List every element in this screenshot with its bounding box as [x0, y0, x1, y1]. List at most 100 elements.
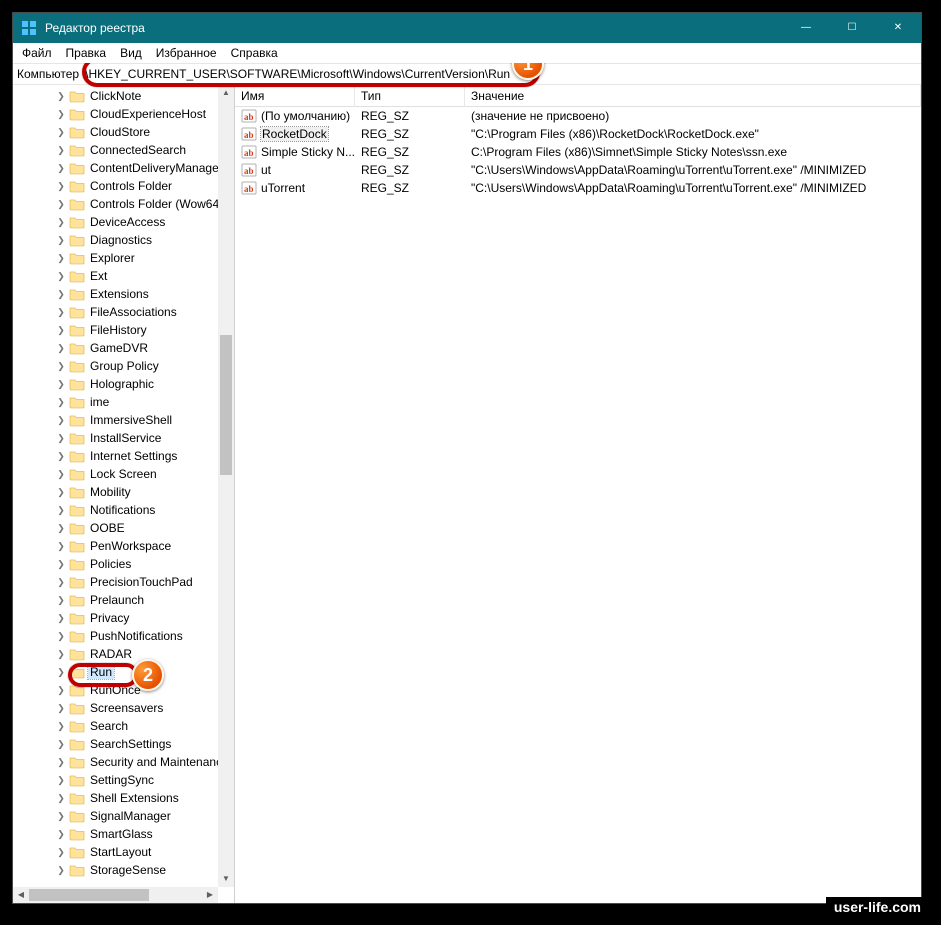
tree-item[interactable]: ❯Controls Folder	[13, 177, 234, 195]
chevron-right-icon[interactable]: ❯	[55, 703, 67, 714]
tree-item[interactable]: ❯InstallService	[13, 429, 234, 447]
tree-item[interactable]: ❯Notifications	[13, 501, 234, 519]
chevron-right-icon[interactable]: ❯	[55, 343, 67, 354]
tree-item[interactable]: ❯Search	[13, 717, 234, 735]
tree-item[interactable]: ❯SearchSettings	[13, 735, 234, 753]
tree-item[interactable]: ❯ime	[13, 393, 234, 411]
tree-item[interactable]: ❯ConnectedSearch	[13, 141, 234, 159]
tree-item[interactable]: ❯Policies	[13, 555, 234, 573]
chevron-right-icon[interactable]: ❯	[55, 613, 67, 624]
tree-item[interactable]: ❯OOBE	[13, 519, 234, 537]
chevron-right-icon[interactable]: ❯	[55, 559, 67, 570]
chevron-right-icon[interactable]: ❯	[55, 109, 67, 120]
tree-item[interactable]: ❯ClickNote	[13, 87, 234, 105]
close-button[interactable]: ✕	[875, 13, 921, 43]
chevron-right-icon[interactable]: ❯	[55, 307, 67, 318]
tree-item[interactable]: ❯Extensions	[13, 285, 234, 303]
chevron-right-icon[interactable]: ❯	[55, 361, 67, 372]
chevron-right-icon[interactable]: ❯	[55, 469, 67, 480]
chevron-right-icon[interactable]: ❯	[55, 199, 67, 210]
chevron-right-icon[interactable]: ❯	[55, 631, 67, 642]
tree-item[interactable]: ❯Lock Screen	[13, 465, 234, 483]
scroll-up-icon[interactable]: ▲	[218, 85, 234, 101]
column-value[interactable]: Значение	[465, 85, 921, 107]
tree-item[interactable]: ❯DeviceAccess	[13, 213, 234, 231]
scroll-thumb[interactable]	[220, 335, 232, 475]
menu-edit[interactable]: Правка	[59, 44, 114, 62]
tree-item[interactable]: ❯PenWorkspace	[13, 537, 234, 555]
tree-item[interactable]: ❯ImmersiveShell	[13, 411, 234, 429]
chevron-right-icon[interactable]: ❯	[55, 793, 67, 804]
chevron-right-icon[interactable]: ❯	[55, 505, 67, 516]
menu-help[interactable]: Справка	[224, 44, 285, 62]
chevron-right-icon[interactable]: ❯	[55, 433, 67, 444]
address-input[interactable]	[81, 66, 921, 82]
chevron-right-icon[interactable]: ❯	[55, 127, 67, 138]
menu-view[interactable]: Вид	[113, 44, 149, 62]
tree-item[interactable]: ❯RunOnce	[13, 681, 234, 699]
list-row[interactable]: utREG_SZ"C:\Users\Windows\AppData\Roamin…	[235, 161, 921, 179]
chevron-right-icon[interactable]: ❯	[55, 451, 67, 462]
chevron-right-icon[interactable]: ❯	[55, 415, 67, 426]
tree-scrollbar-vertical[interactable]: ▲ ▼	[218, 85, 234, 887]
tree-item[interactable]: ❯Run	[13, 663, 234, 681]
tree-item[interactable]: ❯SmartGlass	[13, 825, 234, 843]
menu-favorites[interactable]: Избранное	[149, 44, 224, 62]
tree-item[interactable]: ❯Group Policy	[13, 357, 234, 375]
list-row[interactable]: RocketDockREG_SZ"C:\Program Files (x86)\…	[235, 125, 921, 143]
chevron-right-icon[interactable]: ❯	[55, 811, 67, 822]
minimize-button[interactable]: —	[783, 13, 829, 43]
tree-item[interactable]: ❯CloudStore	[13, 123, 234, 141]
tree-item[interactable]: ❯SettingSync	[13, 771, 234, 789]
tree-item[interactable]: ❯FileAssociations	[13, 303, 234, 321]
chevron-right-icon[interactable]: ❯	[55, 577, 67, 588]
tree-item[interactable]: ❯FileHistory	[13, 321, 234, 339]
chevron-right-icon[interactable]: ❯	[55, 289, 67, 300]
list-row[interactable]: (По умолчанию)REG_SZ(значение не присвое…	[235, 107, 921, 125]
chevron-right-icon[interactable]: ❯	[55, 91, 67, 102]
tree-item[interactable]: ❯Diagnostics	[13, 231, 234, 249]
chevron-right-icon[interactable]: ❯	[55, 595, 67, 606]
tree-item[interactable]: ❯StartLayout	[13, 843, 234, 861]
tree-item[interactable]: ❯Explorer	[13, 249, 234, 267]
chevron-right-icon[interactable]: ❯	[55, 541, 67, 552]
chevron-right-icon[interactable]: ❯	[55, 667, 67, 678]
chevron-right-icon[interactable]: ❯	[55, 775, 67, 786]
tree-item[interactable]: ❯Ext	[13, 267, 234, 285]
chevron-right-icon[interactable]: ❯	[55, 253, 67, 264]
chevron-right-icon[interactable]: ❯	[55, 379, 67, 390]
tree-item[interactable]: ❯Privacy	[13, 609, 234, 627]
chevron-right-icon[interactable]: ❯	[55, 829, 67, 840]
chevron-right-icon[interactable]: ❯	[55, 145, 67, 156]
tree-item[interactable]: ❯Mobility	[13, 483, 234, 501]
column-name[interactable]: Имя	[235, 85, 355, 107]
list-row[interactable]: Simple Sticky N...REG_SZC:\Program Files…	[235, 143, 921, 161]
chevron-right-icon[interactable]: ❯	[55, 487, 67, 498]
tree-item[interactable]: ❯Internet Settings	[13, 447, 234, 465]
scroll-right-icon[interactable]: ▶	[202, 887, 218, 903]
chevron-right-icon[interactable]: ❯	[55, 649, 67, 660]
maximize-button[interactable]: ☐	[829, 13, 875, 43]
chevron-right-icon[interactable]: ❯	[55, 865, 67, 876]
tree-item[interactable]: ❯PrecisionTouchPad	[13, 573, 234, 591]
chevron-right-icon[interactable]: ❯	[55, 325, 67, 336]
chevron-right-icon[interactable]: ❯	[55, 181, 67, 192]
menu-file[interactable]: Файл	[15, 44, 59, 62]
chevron-right-icon[interactable]: ❯	[55, 721, 67, 732]
tree-item[interactable]: ❯ContentDeliveryManager	[13, 159, 234, 177]
list-row[interactable]: uTorrentREG_SZ"C:\Users\Windows\AppData\…	[235, 179, 921, 197]
scroll-down-icon[interactable]: ▼	[218, 871, 234, 887]
tree-item[interactable]: ❯Holographic	[13, 375, 234, 393]
tree-item[interactable]: ❯Prelaunch	[13, 591, 234, 609]
chevron-right-icon[interactable]: ❯	[55, 847, 67, 858]
scroll-left-icon[interactable]: ◀	[13, 887, 29, 903]
tree-scrollbar-horizontal[interactable]: ◀ ▶	[13, 887, 218, 903]
title-bar[interactable]: Редактор реестра — ☐ ✕	[13, 13, 921, 43]
chevron-right-icon[interactable]: ❯	[55, 739, 67, 750]
chevron-right-icon[interactable]: ❯	[55, 685, 67, 696]
tree-item[interactable]: ❯PushNotifications	[13, 627, 234, 645]
chevron-right-icon[interactable]: ❯	[55, 235, 67, 246]
tree-item[interactable]: ❯StorageSense	[13, 861, 234, 879]
tree-item[interactable]: ❯RADAR	[13, 645, 234, 663]
chevron-right-icon[interactable]: ❯	[55, 397, 67, 408]
